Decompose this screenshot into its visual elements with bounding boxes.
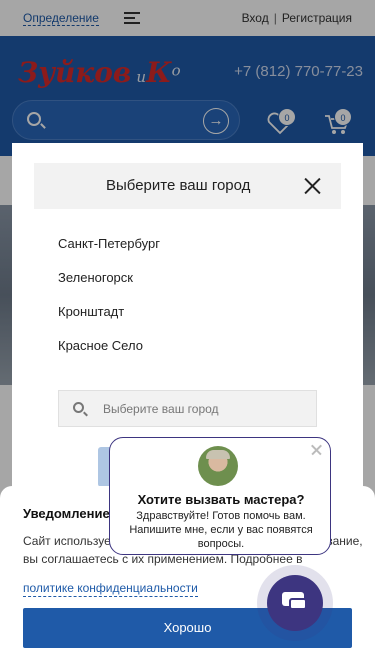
- city-option[interactable]: Кронштадт: [58, 304, 124, 319]
- privacy-policy-link[interactable]: политике конфиденциальности: [23, 581, 198, 597]
- avatar: [198, 446, 238, 486]
- city-option[interactable]: Санкт-Петербург: [58, 236, 160, 251]
- chat-button[interactable]: [267, 575, 323, 631]
- city-search-input[interactable]: Выберите ваш город: [58, 390, 317, 427]
- chat-invite-title: Хотите вызвать мастера?: [137, 492, 305, 507]
- chat-bubble-icon: [289, 598, 307, 610]
- city-option[interactable]: Красное Село: [58, 338, 143, 353]
- close-icon[interactable]: [310, 444, 322, 456]
- chat-invite-popup: Хотите вызвать мастера? Здравствуйте! Го…: [109, 437, 331, 555]
- cookie-title: Уведомление: [23, 506, 110, 521]
- chat-invite-text: Здравствуйте! Готов помочь вам. Напишите…: [129, 510, 313, 550]
- close-icon[interactable]: [303, 177, 321, 195]
- modal-header: Выберите ваш город: [34, 163, 341, 209]
- city-option[interactable]: Зеленогорск: [58, 270, 133, 285]
- modal-title: Выберите ваш город: [106, 177, 251, 194]
- city-search-placeholder: Выберите ваш город: [103, 402, 219, 416]
- search-icon: [73, 402, 84, 413]
